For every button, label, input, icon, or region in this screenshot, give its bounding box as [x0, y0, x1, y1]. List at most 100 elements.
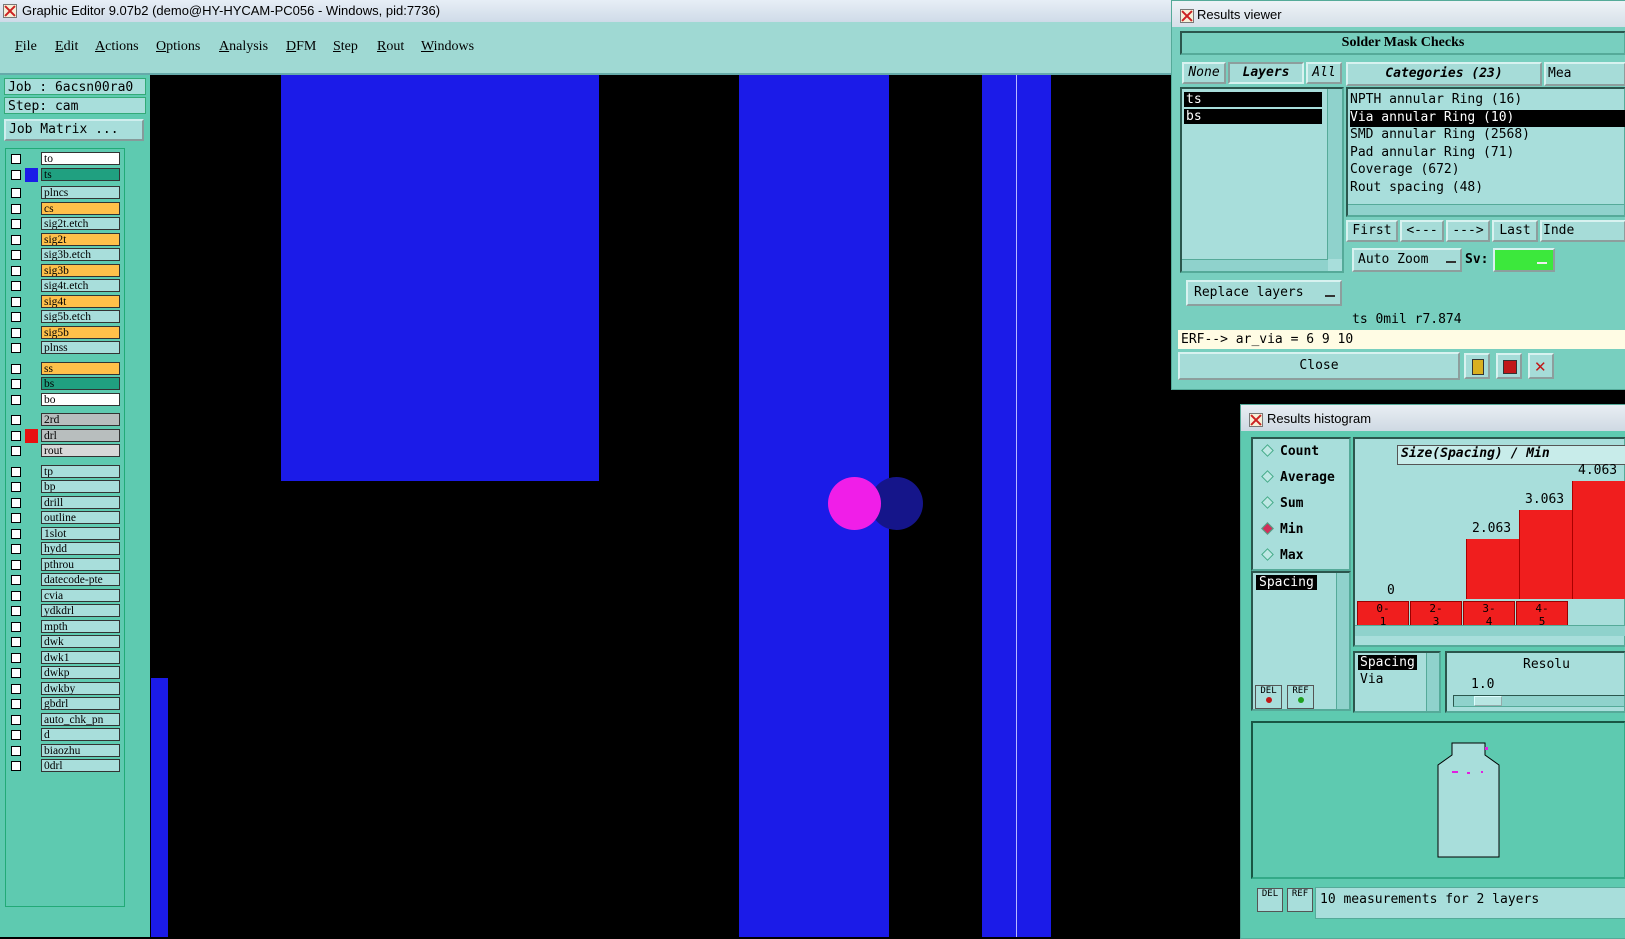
layer-display-checkbox[interactable] [11, 544, 21, 554]
layer-name[interactable]: biaozhu [41, 743, 120, 757]
layer-row-to[interactable]: to [8, 152, 122, 166]
previous-button[interactable]: <--- [1400, 220, 1444, 242]
footer-ref-button[interactable]: REF [1287, 888, 1313, 912]
layer-name[interactable]: rout [41, 444, 120, 457]
layer-display-checkbox[interactable] [11, 683, 21, 694]
slider-thumb[interactable] [1474, 696, 1502, 706]
layer-row-drill[interactable]: drill [8, 495, 122, 510]
layer-color-swatch[interactable] [25, 480, 38, 494]
measure-type-item[interactable]: Spacing [1256, 575, 1317, 590]
del-button[interactable]: DEL [1255, 685, 1282, 709]
layer-color-swatch[interactable] [25, 217, 38, 231]
layer-name[interactable]: 1slot [41, 526, 120, 540]
menu-dfm[interactable]: DFM [286, 39, 316, 55]
radio-max[interactable]: Max [1261, 548, 1303, 563]
menu-edit[interactable]: Edit [55, 39, 78, 55]
radio-average[interactable]: Average [1261, 470, 1335, 485]
categories-hscroll[interactable] [1348, 204, 1624, 215]
layer-row-dwk[interactable]: dwk [8, 635, 122, 649]
tab-layers[interactable]: Layers [1228, 62, 1304, 84]
layer-color-swatch[interactable] [25, 295, 38, 309]
layer-row-biaozhu[interactable]: biaozhu [8, 743, 122, 758]
close-button[interactable]: Close [1178, 352, 1460, 380]
layer-color-swatch[interactable] [25, 186, 38, 200]
layer-display-checkbox[interactable] [11, 415, 21, 425]
histogram-bar[interactable] [1572, 481, 1625, 599]
menu-file[interactable]: File [15, 39, 37, 55]
menu-windows[interactable]: Windows [421, 39, 474, 55]
menu-actions[interactable]: Actions [95, 39, 139, 55]
layer-row-datecode-pte[interactable]: datecode-pte [8, 573, 122, 587]
chart-hscroll[interactable] [1355, 625, 1625, 636]
layer-display-checkbox[interactable] [11, 169, 21, 180]
ref-button[interactable]: REF [1287, 685, 1314, 709]
layer-name[interactable]: gbdrl [41, 697, 120, 710]
layer-display-checkbox[interactable] [11, 528, 21, 539]
tab-none[interactable]: None [1182, 62, 1226, 84]
categories-list[interactable]: NPTH annular Ring (16) Via annular Ring … [1346, 87, 1625, 217]
layer-color-swatch[interactable] [25, 496, 38, 510]
layer-display-checkbox[interactable] [11, 250, 21, 260]
layer-color-swatch[interactable] [25, 589, 38, 603]
layer-display-checkbox[interactable] [11, 343, 21, 353]
menu-step[interactable]: Step [333, 39, 358, 55]
layer-row-drl[interactable]: drl [8, 428, 122, 443]
layer-color-swatch[interactable] [25, 264, 38, 278]
layer-display-checkbox[interactable] [11, 265, 21, 276]
layer-name[interactable]: sig3b.etch [41, 248, 120, 261]
layer-display-checkbox[interactable] [11, 430, 21, 441]
menu-rout[interactable]: Rout [377, 39, 404, 55]
layer-name[interactable]: plnss [41, 341, 120, 354]
layer-row-cs[interactable]: cs [8, 201, 122, 216]
layer-row-sig5b[interactable]: sig5b [8, 325, 122, 340]
layer-color-swatch[interactable] [25, 326, 38, 340]
layer-display-checkbox[interactable] [11, 379, 21, 389]
first-button[interactable]: First [1346, 220, 1398, 242]
layer-display-checkbox[interactable] [11, 575, 21, 585]
layer-row-dwk1[interactable]: dwk1 [8, 650, 122, 665]
layer-display-checkbox[interactable] [11, 606, 21, 616]
layer-name[interactable]: sig3b [41, 263, 120, 277]
layer-color-swatch[interactable] [25, 233, 38, 247]
layer-row-ydkdrl[interactable]: ydkdrl [8, 604, 122, 618]
layer-row-rout[interactable]: rout [8, 444, 122, 458]
result-layer-item[interactable]: ts [1184, 92, 1322, 107]
layer-display-checkbox[interactable] [11, 188, 21, 198]
results-clear-icon[interactable]: ✕ [1528, 353, 1554, 379]
layer-name[interactable]: bp [41, 480, 120, 493]
layer-display-checkbox[interactable] [11, 730, 21, 740]
layer-name[interactable]: datecode-pte [41, 573, 120, 586]
result-layer-item[interactable]: bs [1184, 109, 1322, 124]
layer-display-checkbox[interactable] [11, 281, 21, 291]
replace-layers-dropdown[interactable]: Replace layers [1186, 280, 1342, 306]
layer-name[interactable]: 0drl [41, 759, 120, 772]
layer-name[interactable]: cs [41, 201, 120, 215]
tab-all[interactable]: All [1306, 62, 1342, 84]
layer-row-outline[interactable]: outline [8, 511, 122, 525]
footer-del-button[interactable]: DEL [1257, 888, 1283, 912]
layer-row-hydd[interactable]: hydd [8, 542, 122, 556]
layer-color-swatch[interactable] [25, 393, 38, 407]
radio-min[interactable]: Min [1261, 522, 1303, 537]
layer-name[interactable]: to [41, 152, 120, 165]
measure-type-list[interactable]: Spacing DEL REF [1251, 571, 1351, 711]
layer-display-checkbox[interactable] [11, 637, 21, 647]
layer-name[interactable]: drl [41, 428, 120, 442]
layer-row-plnss[interactable]: plnss [8, 341, 122, 355]
layer-color-swatch[interactable] [25, 635, 38, 649]
layer-row-0drl[interactable]: 0drl [8, 759, 122, 773]
layer-row-tp[interactable]: tp [8, 464, 122, 479]
layer-color-swatch[interactable] [25, 167, 38, 182]
layer-color-swatch[interactable] [25, 542, 38, 556]
radio-count[interactable]: Count [1261, 444, 1319, 459]
graphics-canvas[interactable] [151, 75, 1240, 937]
resolution-slider[interactable] [1453, 695, 1625, 707]
layer-row-d[interactable]: d [8, 728, 122, 742]
layer-color-swatch[interactable] [25, 465, 38, 479]
layer-row-sig4t.etch[interactable]: sig4t.etch [8, 279, 122, 293]
layer-name[interactable]: bo [41, 392, 120, 406]
layer-color-swatch[interactable] [25, 728, 38, 742]
layer-color-swatch[interactable] [25, 444, 38, 458]
layer-color-swatch[interactable] [25, 744, 38, 758]
layer-display-checkbox[interactable] [11, 652, 21, 663]
